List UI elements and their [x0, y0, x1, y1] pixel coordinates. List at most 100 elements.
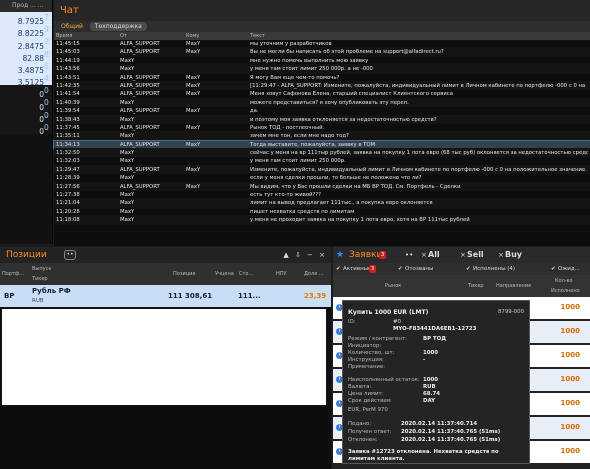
- col-from[interactable]: От: [120, 32, 127, 40]
- chat-tabs: Общий Техподдержка: [54, 21, 590, 32]
- col-position[interactable]: Позиция: [173, 271, 195, 277]
- col-quantity[interactable]: Кол-во: [555, 278, 573, 284]
- msg-to: MaxY: [186, 41, 201, 47]
- filter-active[interactable]: Активные: [343, 263, 371, 275]
- msg-text: у меня не проходит заявка на покупку 1 л…: [250, 217, 470, 224]
- chat-message-row[interactable]: 11:44:19 MaxY мне нужно помочь выполнить м…: [54, 57, 590, 66]
- tab-general[interactable]: Общий: [56, 22, 88, 31]
- price-row[interactable]: 00: [0, 85, 52, 98]
- orders-filters: ✔ Активные 3 ✔ Отозваны ✔ Исполнены (4) …: [333, 263, 590, 275]
- col-filled[interactable]: Исполнено: [551, 288, 580, 294]
- col-ticker[interactable]: Тикер: [32, 276, 48, 282]
- price-value: 0: [39, 126, 44, 134]
- msg-time: 11:40:39: [56, 99, 80, 106]
- price-row[interactable]: 8,792575: [0, 12, 52, 25]
- chat-message-row[interactable]: 11:34:13 ALFA_SUPPORT MaxY Тогда выставите,…: [53, 139, 590, 151]
- msg-text: у меня там стоит лимит 250 000р. а не -0…: [250, 66, 373, 73]
- link-icon[interactable]: ••: [64, 250, 76, 260]
- col-direction[interactable]: Направление: [496, 283, 531, 289]
- tooltip-time-value: 2020.02.14 11:37:40.765 (51ms): [401, 437, 501, 443]
- msg-from: MaxY: [120, 99, 135, 106]
- tooltip-id-label: ID:: [348, 319, 356, 325]
- tab-support[interactable]: Техподдержка: [89, 22, 147, 31]
- msg-from: ALFA_SUPPORT: [120, 108, 160, 115]
- col-share[interactable]: Доля ...: [304, 271, 324, 277]
- price-change: 61: [44, 61, 50, 71]
- chat-message-row[interactable]: 11:18:08 MaxY у меня не проходит заявка на…: [54, 216, 590, 225]
- tooltip-field-value: -: [423, 357, 426, 363]
- chat-message-row[interactable]: 11:39:54 ALFA_SUPPORT MaxY да.: [54, 107, 590, 116]
- order-quantity: 1000: [560, 303, 580, 311]
- col-time[interactable]: Время: [56, 32, 72, 40]
- star-icon[interactable]: ★: [336, 247, 344, 263]
- col-portfolio[interactable]: Портф...: [2, 271, 24, 277]
- col-pnl[interactable]: НПУ: [276, 271, 287, 277]
- orders-titlebar: ★ Заявки 3 •• × All × Sell × Buy: [333, 247, 590, 263]
- price-row[interactable]: 2,847525: [0, 36, 52, 49]
- tooltip-time-value: 2020.02.14 11:37:40.765 (51ms): [401, 429, 501, 435]
- price-row[interactable]: 8,822595: [0, 24, 52, 37]
- msg-to: MaxY: [186, 141, 201, 148]
- chat-message-row[interactable]: 11:32:50 MaxY сейчас у меня на вр 111тыр р…: [54, 149, 590, 158]
- price-row[interactable]: 00: [0, 109, 52, 122]
- tooltip-time-label: Подано:: [348, 421, 372, 427]
- price-row[interactable]: 00: [0, 97, 52, 110]
- msg-time: 11:43:56: [56, 66, 80, 73]
- msg-time: 11:42:35: [56, 82, 80, 89]
- tooltip-reject-message: Заявка #12723 отклонена. Нехватка средст…: [348, 449, 499, 462]
- chat-message-row[interactable]: 11:45:03 ALFA_SUPPORT MaxY Вы не могли бы н…: [54, 48, 590, 57]
- check-icon[interactable]: ✔: [466, 263, 471, 275]
- chat-message-row[interactable]: 11:43:51 ALFA_SUPPORT MaxY Я могу Вам еще ч…: [54, 74, 590, 82]
- msg-from: MaxY: [120, 208, 135, 215]
- chat-message-row[interactable]: 11:27:56 ALFA_SUPPORT MaxY Мы видим, что у …: [54, 182, 590, 192]
- buy-button[interactable]: Buy: [505, 247, 522, 263]
- msg-from: MaxY: [120, 175, 135, 182]
- check-icon[interactable]: ✔: [398, 263, 403, 275]
- order-quantity: 1000: [560, 327, 580, 335]
- col-cost[interactable]: Сто...: [239, 271, 253, 277]
- chat-message-row[interactable]: 11:29:47 ALFA_SUPPORT MaxY Измените, пожалу…: [54, 165, 590, 175]
- filter-filled[interactable]: Исполнены (4): [473, 263, 515, 275]
- chat-message-row[interactable]: 11:45:15 ALFA_SUPPORT MaxY мы уточним у раз…: [54, 40, 590, 49]
- all-button[interactable]: All: [428, 247, 440, 263]
- col-bookprice[interactable]: Учцена: [215, 271, 234, 277]
- msg-text: мы уточним у разработчиков: [250, 41, 332, 47]
- msg-to: MaxY: [186, 124, 201, 131]
- link-icon[interactable]: ••: [405, 247, 413, 263]
- chat-message-row[interactable]: 11:35:11 MaxY зачем мне тон, если мне надо…: [54, 132, 590, 141]
- msg-to: MaxY: [186, 108, 201, 115]
- chat-message-row[interactable]: 11:28:39 MaxY если у меня сделки прошли, т…: [54, 174, 590, 183]
- check-icon[interactable]: ✔: [551, 263, 556, 275]
- chat-message-row[interactable]: 11:43:56 MaxY у меня там стоит лимит 250 0…: [54, 65, 590, 74]
- filter-cancelled[interactable]: Отозваны: [405, 263, 433, 275]
- chat-message-row[interactable]: 11:40:39 MaxY можете представиться? я хочу…: [54, 98, 590, 108]
- msg-time: 11:37:45: [56, 124, 80, 131]
- filter-pending[interactable]: Ожид...: [558, 263, 580, 275]
- price-row[interactable]: 3,487561: [0, 60, 52, 73]
- chat-message-row[interactable]: 11:42:35 ALFA_SUPPORT MaxY [11:29:47 - ALFA…: [54, 81, 590, 91]
- positions-window-controls[interactable]: ▲ ⇩ − ×: [283, 247, 327, 263]
- msg-text: да.: [250, 108, 259, 115]
- table-row[interactable]: ВР Рубль РФ RUB 111 308,61 111... 23,39: [0, 285, 331, 307]
- chat-message-row[interactable]: 11:32:03 MaxY у меня там стоит лимит 250 0…: [54, 157, 590, 166]
- col-text[interactable]: Текст: [250, 32, 588, 40]
- chat-message-row[interactable]: 11:27:38 MaxY есть тут кто-то живой???: [54, 191, 590, 200]
- check-icon[interactable]: ✔: [336, 263, 341, 275]
- chat-message-row[interactable]: 11:20:28 MaxY пишет нехватка средств по ли…: [54, 208, 590, 217]
- msg-time: 11:29:47: [56, 166, 80, 173]
- sell-button[interactable]: Sell: [467, 247, 484, 263]
- msg-text: Меня зовут Сафонова Елена, старший специ…: [250, 91, 453, 98]
- msg-from: MaxY: [120, 192, 135, 199]
- col-issue[interactable]: Выпуск: [32, 266, 51, 272]
- chat-message-row[interactable]: 11:21:04 MaxY лимит на вывод предлагает 11…: [54, 199, 590, 208]
- chat-message-row[interactable]: 11:41:54 ALFA_SUPPORT MaxY Меня зовут Сафон…: [54, 90, 590, 99]
- col-market[interactable]: Рынок: [385, 283, 401, 289]
- chat-message-row[interactable]: 11:38:43 MaxY и поэтому моя заявка отклоня…: [54, 115, 590, 124]
- col-to[interactable]: Кому: [186, 32, 199, 40]
- chat-message-row[interactable]: 11:37:45 ALFA_SUPPORT MaxY Рынок ТОД - пост…: [54, 124, 590, 133]
- price-row[interactable]: 3,512545: [0, 72, 52, 86]
- price-row[interactable]: 82,8885: [0, 48, 52, 61]
- col-ticker[interactable]: Тикер: [468, 283, 484, 289]
- msg-from: MaxY: [120, 116, 135, 123]
- price-row[interactable]: 00: [0, 121, 52, 134]
